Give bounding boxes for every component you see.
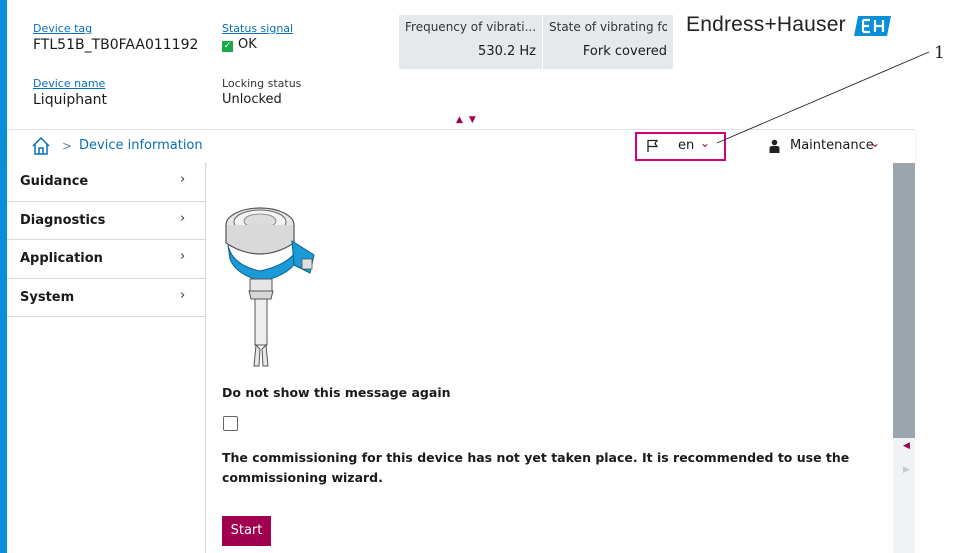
user-icon	[769, 139, 780, 153]
kpi-fork-state[interactable]: State of vibrating fork Fork covered	[543, 15, 673, 69]
kpi-label: State of vibrating fork	[549, 20, 667, 34]
device-name-field: Device name Liquiphant	[33, 77, 107, 109]
sidebar-item-label: Guidance	[20, 174, 89, 189]
sidebar-item-diagnostics[interactable]: Diagnostics ›	[7, 202, 205, 240]
kpi-label: Frequency of vibrati...	[405, 20, 536, 34]
dont-show-label: Do not show this message again	[222, 385, 451, 400]
header: Device tag FTL51B_TB0FAA011192 Status si…	[7, 0, 915, 128]
sidebar-item-system[interactable]: System ›	[7, 279, 205, 317]
flag-icon	[647, 139, 659, 152]
kpi-frequency[interactable]: Frequency of vibrati... 530.2 Hz	[399, 15, 542, 69]
device-tag-field: Device tag FTL51B_TB0FAA011192	[33, 22, 198, 54]
chevron-down-icon[interactable]: ⌄	[700, 136, 710, 150]
role-selector[interactable]: Maintenance	[790, 138, 874, 153]
device-tag-label[interactable]: Device tag	[33, 22, 198, 36]
ok-check-icon: ✓	[222, 41, 233, 52]
locking-status-label: Locking status	[222, 77, 302, 90]
callout-number: 1	[934, 43, 945, 63]
chevron-down-icon[interactable]: ⌄	[870, 136, 880, 150]
sidebar-item-guidance[interactable]: Guidance ›	[7, 163, 205, 202]
device-illustration	[225, 207, 315, 367]
main-content: Do not show this message again The commi…	[207, 163, 893, 553]
commissioning-message: The commissioning for this device has no…	[222, 450, 850, 485]
device-tag-value: FTL51B_TB0FAA011192	[33, 37, 199, 53]
locking-status-field: Locking status Unlocked	[222, 77, 301, 109]
breadcrumb-separator: >	[62, 139, 73, 153]
chevron-right-icon: ›	[180, 172, 186, 187]
chevron-right-icon: ›	[180, 249, 186, 264]
start-button[interactable]: Start	[222, 516, 271, 546]
home-icon[interactable]	[31, 136, 51, 156]
kpi-value: 530.2 Hz	[478, 44, 536, 59]
header-collapse-toggle[interactable]: ▲▼	[456, 115, 482, 125]
breadcrumb-bar: > Device information en ⌄ Maintenance ⌄	[7, 129, 915, 163]
sidebar-item-application[interactable]: Application ›	[7, 240, 205, 279]
chevron-right-icon: ›	[180, 210, 186, 226]
expand-right-icon[interactable]: ▶	[903, 465, 910, 475]
language-selector[interactable]: en	[678, 138, 694, 153]
status-signal-label[interactable]: Status signal	[222, 22, 293, 36]
chevron-right-icon: ›	[180, 287, 186, 303]
status-signal-value-wrap: ✓ OK	[222, 36, 293, 54]
brand-name: Endress+Hauser	[686, 13, 846, 36]
collapse-left-icon[interactable]: ◀	[903, 441, 910, 451]
eh-logo-icon	[854, 16, 891, 36]
vertical-scrollbar[interactable]: ◀ ▶	[893, 163, 915, 553]
dont-show-checkbox[interactable]	[223, 416, 238, 431]
device-name-label[interactable]: Device name	[33, 77, 107, 91]
sidebar-nav: Guidance › Diagnostics › Application › S…	[7, 163, 206, 553]
device-name-value: Liquiphant	[33, 92, 108, 108]
accent-bar	[0, 0, 7, 553]
sidebar-item-label: Application	[20, 251, 103, 266]
breadcrumb-current[interactable]: Device information	[79, 138, 203, 153]
status-signal-field: Status signal ✓ OK	[222, 22, 293, 54]
scrollbar-thumb[interactable]	[893, 163, 915, 438]
sidebar-item-label: Diagnostics	[20, 212, 106, 228]
status-signal-value: OK	[238, 37, 257, 52]
locking-status-value: Unlocked	[222, 92, 282, 107]
kpi-value: Fork covered	[582, 44, 667, 59]
sidebar-item-label: System	[20, 289, 75, 305]
